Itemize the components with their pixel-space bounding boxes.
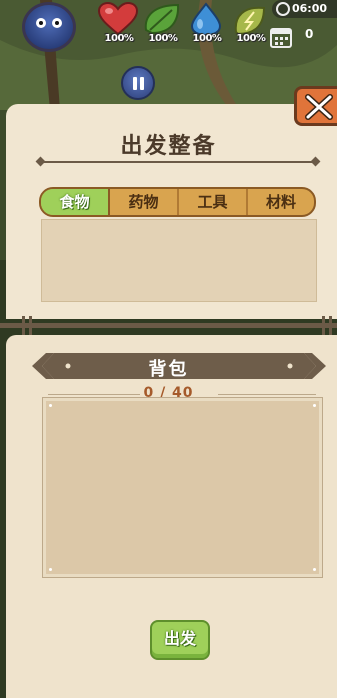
separator-bar xyxy=(0,323,337,328)
status-hud: 100% 100% 100% 100% 06:00 0 xyxy=(0,0,337,56)
category-item-grid[interactable] xyxy=(41,219,317,302)
energy-percent: 100% xyxy=(236,33,266,44)
tab-materials[interactable]: 材料 xyxy=(248,189,314,215)
separator-knot xyxy=(322,316,332,336)
clock-icon xyxy=(276,2,290,16)
health-percent: 100% xyxy=(104,33,134,44)
pause-icon-bar xyxy=(140,77,144,90)
depart-button[interactable]: 出发 xyxy=(150,620,210,660)
backpack-title: 背包 xyxy=(148,359,189,380)
grid-corner-dot xyxy=(313,404,316,407)
separator-knot xyxy=(22,316,32,336)
hunger-stat: 100% xyxy=(140,2,184,56)
pause-button[interactable] xyxy=(121,66,155,100)
grid-corner-dot xyxy=(49,404,52,407)
day-count: 0 xyxy=(305,27,314,41)
tab-tools[interactable]: 工具 xyxy=(179,189,248,215)
page-title: 出发整备 xyxy=(120,134,217,159)
hunger-percent: 100% xyxy=(148,33,178,44)
avatar-eye xyxy=(36,18,46,28)
energy-stat: 100% xyxy=(228,2,272,56)
energy-icon xyxy=(234,6,266,36)
health-stat: 100% xyxy=(96,2,140,56)
heart-icon xyxy=(97,2,139,36)
close-icon xyxy=(305,94,333,120)
grid-corner-dot xyxy=(313,568,316,571)
tab-food[interactable]: 食物 xyxy=(41,189,110,215)
close-button[interactable] xyxy=(294,86,337,126)
grid-corner-dot xyxy=(49,568,52,571)
panel-separator xyxy=(0,316,337,336)
water-drop-icon xyxy=(190,2,222,36)
pause-icon xyxy=(133,77,137,90)
avatar-eye xyxy=(52,18,62,28)
tab-medicine[interactable]: 药物 xyxy=(110,189,179,215)
calendar-icon[interactable] xyxy=(270,26,292,48)
backpack-item-grid[interactable] xyxy=(42,397,323,578)
game-clock: 06:00 xyxy=(292,2,328,15)
thirst-percent: 100% xyxy=(192,33,222,44)
title-divider xyxy=(40,161,316,163)
leaf-food-icon xyxy=(144,3,180,35)
thirst-stat: 100% xyxy=(184,2,228,56)
category-tabs: 食物 药物 工具 材料 xyxy=(39,187,316,217)
player-avatar[interactable] xyxy=(22,2,76,52)
